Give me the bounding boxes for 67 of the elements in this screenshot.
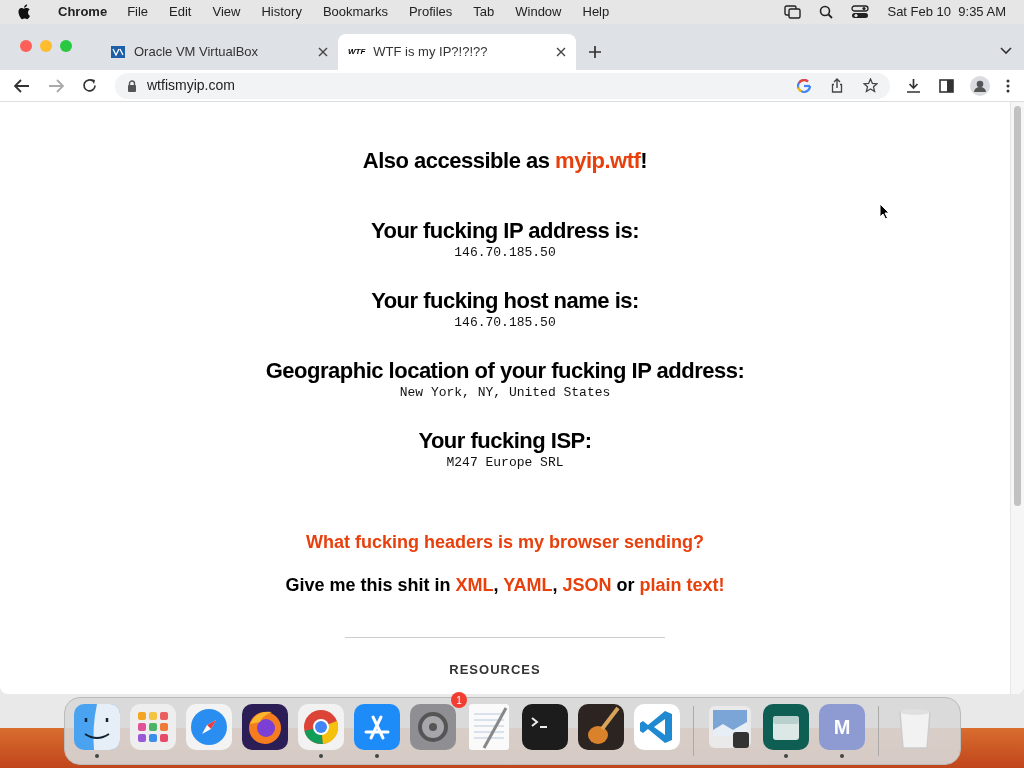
close-icon[interactable] [556, 47, 566, 57]
menu-bar-clock[interactable]: Sat Feb 10 9:35 AM [887, 2, 1006, 22]
accessible-as-text: Also accessible as myip.wtf! [362, 147, 648, 175]
address-bar[interactable]: wtfismyip.com [115, 72, 890, 99]
lock-icon [127, 79, 137, 92]
section-heading: Your fucking host name is: [371, 287, 639, 315]
browser-tab[interactable]: WTF WTF is my IP?!?!?? [338, 34, 576, 70]
control-center-icon[interactable] [851, 5, 870, 19]
chrome-app-icon[interactable] [298, 704, 344, 750]
menu-item[interactable]: Edit [169, 2, 192, 22]
vscode-app-icon[interactable] [634, 704, 680, 750]
link[interactable]: JSON [562, 575, 612, 595]
value-text: 146.70.185.50 [454, 315, 556, 331]
finder-app-icon[interactable] [74, 704, 120, 750]
menu-item[interactable]: Help [582, 2, 610, 22]
section-heading: Your fucking ISP: [418, 427, 592, 455]
url-text: wtfismyip.com [147, 76, 236, 95]
side-panel-icon[interactable] [939, 78, 954, 93]
more-menu-icon[interactable] [1006, 78, 1010, 93]
menu-item[interactable]: View [212, 2, 241, 22]
format-links-text: Give me this shit in XML, YAML, JSON or plain text! [285, 574, 725, 597]
settings-app-icon[interactable] [410, 704, 456, 750]
section-heading: Geographic location of your fucking IP address: [265, 357, 745, 385]
browser-tab[interactable]: Oracle VM VirtualBox [100, 34, 338, 70]
safari-app-icon[interactable] [186, 704, 232, 750]
favicon-text: WTF [348, 46, 366, 58]
link[interactable]: XML [455, 575, 494, 595]
scrollbar-thumb[interactable] [1014, 106, 1021, 506]
launchpad-app-icon[interactable] [130, 704, 176, 750]
star-icon[interactable] [863, 78, 878, 93]
menu-item[interactable]: File [127, 2, 149, 22]
menu-item[interactable]: Bookmarks [322, 2, 388, 22]
resources-heading: RESOURCES [449, 661, 541, 679]
link[interactable]: YAML [503, 575, 553, 595]
link[interactable]: myip.wtf [555, 148, 641, 173]
mouse-pointer-icon [879, 203, 890, 220]
menu-item[interactable]: Window [515, 2, 562, 22]
section-heading: Your fucking IP address is: [370, 217, 640, 245]
value-text: M247 Europe SRL [446, 455, 564, 471]
tab-title: WTF is my IP?!?!?? [373, 43, 489, 62]
share-icon[interactable] [831, 78, 843, 93]
chevron-down-icon[interactable] [1000, 47, 1012, 55]
headers-link[interactable]: What fucking headers is my browser sending? [305, 529, 705, 556]
menu-item[interactable]: Profiles [408, 2, 453, 22]
app-menu[interactable]: Chrome [58, 2, 108, 22]
reload-icon[interactable] [82, 78, 97, 93]
link[interactable]: plain text! [639, 575, 725, 595]
search-icon[interactable] [819, 5, 834, 19]
notification-badge: 1 [451, 692, 467, 708]
appstore-app-icon[interactable] [354, 704, 400, 750]
apple-icon[interactable] [18, 4, 32, 20]
profile-icon[interactable] [970, 75, 990, 96]
menu-item[interactable]: History [261, 2, 302, 22]
value-text: New York, NY, United States [399, 385, 611, 401]
screen-mirroring-icon[interactable] [784, 5, 802, 19]
new-tab-icon[interactable] [588, 45, 602, 59]
tab-title: Oracle VM VirtualBox [134, 43, 260, 62]
back-arrow-icon[interactable] [14, 78, 30, 93]
value-text: 146.70.185.50 [454, 245, 556, 261]
terminal-app-icon[interactable] [522, 704, 568, 750]
download-icon[interactable] [906, 78, 921, 93]
firefox-app-icon[interactable] [242, 704, 288, 750]
textedit-app-icon[interactable] [466, 704, 512, 750]
menu-item[interactable]: Tab [473, 2, 495, 22]
google-icon[interactable] [797, 78, 811, 93]
virtualbox-icon [110, 44, 126, 60]
close-icon[interactable] [318, 47, 328, 57]
